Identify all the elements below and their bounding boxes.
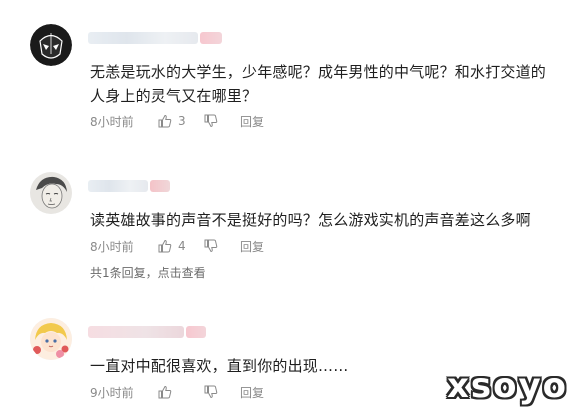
username-blurred[interactable] xyxy=(88,180,148,192)
like-count: 3 xyxy=(178,114,186,128)
comment-time: 8小时前 xyxy=(90,239,134,254)
comment-text: 无恙是玩水的大学生，少年感呢？成年男性的中气呢？和水打交道的人身上的灵气又在哪里… xyxy=(90,63,547,105)
thumbs-down-icon xyxy=(204,239,218,253)
like-button[interactable] xyxy=(158,385,204,399)
dislike-button[interactable] xyxy=(204,114,240,128)
comment-meta: 9小时前 回复 xyxy=(90,384,264,400)
like-count: 4 xyxy=(178,239,186,253)
masked-hero-avatar-icon xyxy=(30,24,72,66)
comment-meta: 8小时前 4 回复 xyxy=(90,238,264,254)
anime-character-avatar-icon xyxy=(30,318,72,360)
user-avatar[interactable] xyxy=(30,24,72,66)
comment-text: 读英雄故事的声音不是挺好的吗？怎么游戏实机的声音差这么多啊 xyxy=(90,211,531,229)
thumbs-down-icon xyxy=(204,114,218,128)
comment-time: 8小时前 xyxy=(90,114,134,129)
site-watermark: xsoyo xyxy=(446,366,568,406)
username-blurred[interactable] xyxy=(88,326,184,338)
user-level-badge xyxy=(150,180,170,192)
reply-button[interactable]: 回复 xyxy=(240,238,264,255)
user-level-badge xyxy=(200,32,222,44)
dislike-button[interactable] xyxy=(204,385,240,399)
view-replies-link[interactable]: 共1条回复，点击查看 xyxy=(90,264,206,281)
thumbs-up-icon xyxy=(158,114,172,128)
like-button[interactable]: 4 xyxy=(158,239,204,253)
thumbs-up-icon xyxy=(158,239,172,253)
reply-button[interactable]: 回复 xyxy=(240,113,264,130)
user-level-badge xyxy=(186,326,206,338)
thumbs-up-icon xyxy=(158,385,172,399)
sketched-man-avatar-icon xyxy=(30,172,72,214)
like-button[interactable]: 3 xyxy=(158,114,204,128)
username-blurred[interactable] xyxy=(88,32,198,44)
user-avatar[interactable] xyxy=(30,318,72,360)
reply-button[interactable]: 回复 xyxy=(240,384,264,401)
thumbs-down-icon xyxy=(204,385,218,399)
user-avatar[interactable] xyxy=(30,172,72,214)
dislike-button[interactable] xyxy=(204,239,240,253)
comment-meta: 8小时前 3 回复 xyxy=(90,113,264,129)
comment-time: 9小时前 xyxy=(90,385,134,400)
